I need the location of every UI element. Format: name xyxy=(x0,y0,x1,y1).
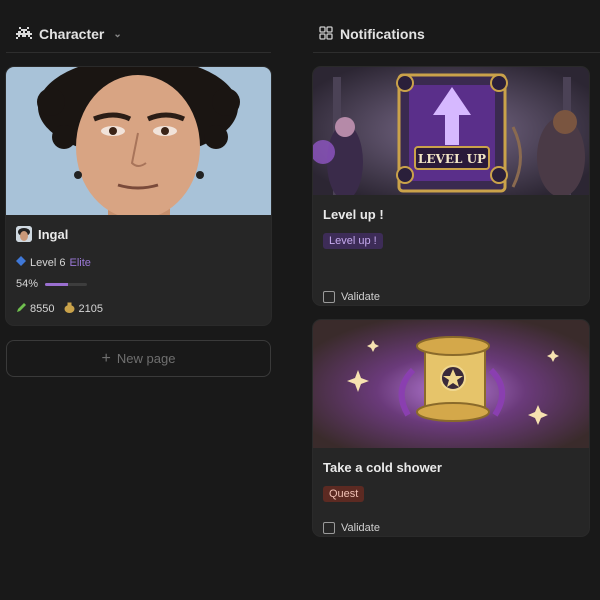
notifications-column-title: Notifications xyxy=(340,26,425,42)
character-column-title: Character xyxy=(39,26,105,42)
notification-title: Level up ! xyxy=(323,207,384,222)
checkbox-box[interactable] xyxy=(323,291,335,303)
notifications-column-header[interactable]: Notifications xyxy=(319,22,425,46)
space-invader-icon xyxy=(16,26,32,42)
validate-checkbox[interactable]: Validate xyxy=(323,522,380,534)
pencil-icon xyxy=(16,302,27,316)
checkbox-box[interactable] xyxy=(323,522,335,534)
app-page: Character ⌄ Notifications Ingal Level 6 … xyxy=(0,0,600,600)
level-row: Level 6 Elite xyxy=(16,256,261,269)
character-portrait-image xyxy=(6,67,271,215)
rank-text: Elite xyxy=(69,256,91,269)
character-name: Ingal xyxy=(38,226,69,242)
money-bag-icon xyxy=(64,301,75,316)
character-name-row[interactable]: Ingal xyxy=(16,225,261,243)
xp-value: 8550 xyxy=(30,302,55,315)
new-page-button[interactable]: + New page xyxy=(6,340,271,377)
progress-fill xyxy=(45,282,68,286)
notifications-divider xyxy=(313,52,600,53)
grid-icon xyxy=(319,25,333,43)
character-card[interactable]: Ingal Level 6 Elite 54% 8550 2105 xyxy=(6,67,271,325)
progress-bar xyxy=(45,282,88,286)
gold-value: 2105 xyxy=(78,302,103,315)
level-up-image-caption: LEVEL UP xyxy=(418,152,486,166)
notification-card[interactable]: LEVEL UP Level up ! Level up ! Validate xyxy=(313,67,589,305)
level-up-image: LEVEL UP xyxy=(313,67,589,195)
chevron-down-icon[interactable]: ⌄ xyxy=(113,29,121,40)
new-page-label: New page xyxy=(116,351,176,366)
quest-scroll-image xyxy=(313,320,589,448)
notification-tag: Level up ! xyxy=(323,233,383,249)
level-text: Level 6 xyxy=(30,256,66,269)
character-column-header[interactable]: Character ⌄ xyxy=(16,22,122,46)
notification-title: Take a cold shower xyxy=(323,460,442,475)
progress-label: 54% xyxy=(16,278,39,290)
stats-row: 8550 2105 xyxy=(16,301,261,316)
notification-tag: Quest xyxy=(323,486,365,502)
plus-icon: + xyxy=(101,349,111,367)
character-divider xyxy=(6,52,271,53)
progress-row: 54% xyxy=(16,278,261,290)
validate-checkbox[interactable]: Validate xyxy=(323,291,380,303)
validate-label: Validate xyxy=(341,522,380,534)
notification-card[interactable]: Take a cold shower Quest Validate xyxy=(313,320,589,536)
validate-label: Validate xyxy=(341,291,380,303)
avatar xyxy=(16,226,32,242)
blue-diamond-icon xyxy=(16,256,26,269)
